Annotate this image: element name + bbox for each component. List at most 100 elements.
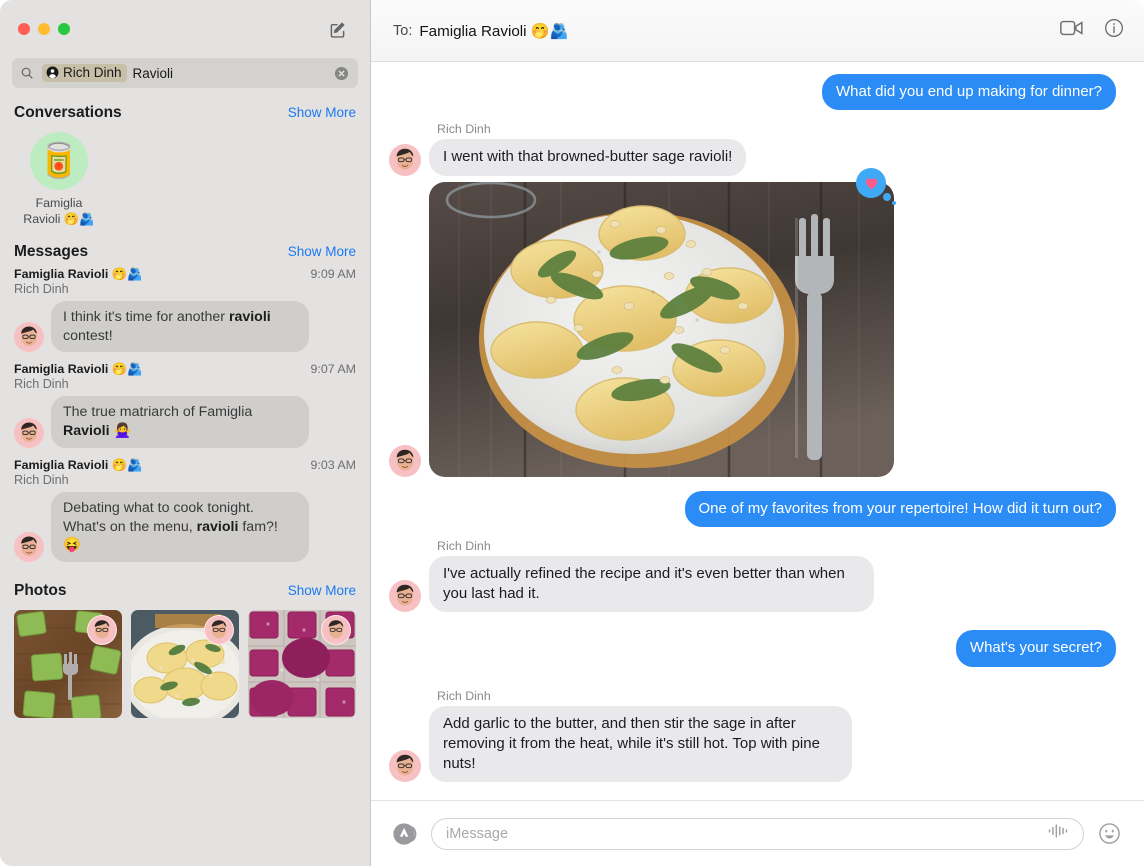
message-result-conversation: Famiglia Ravioli 🤭🫂 — [14, 267, 143, 281]
search-query-text: Ravioli — [132, 65, 174, 81]
photo-result-item[interactable] — [131, 610, 239, 719]
conversations-results-row: 🥫 Famiglia Ravioli 🤭🫂 — [0, 128, 370, 237]
sidebar-titlebar — [0, 0, 370, 58]
message-result-conversation: Famiglia Ravioli 🤭🫂 — [14, 457, 143, 472]
photo-attachment[interactable] — [429, 181, 894, 477]
message-result-time: 9:03 AM — [310, 457, 356, 472]
section-title-conversations: Conversations — [14, 104, 122, 121]
message-result-sender: Rich Dinh — [14, 472, 69, 487]
search-bar-container: Rich Dinh Ravioli — [0, 58, 370, 98]
memoji-icon — [328, 620, 344, 639]
audio-waveform-icon[interactable] — [1047, 823, 1069, 844]
conversation-pane: To: Famiglia Ravioli 🤭🫂 What did you end… — [371, 0, 1144, 866]
memoji-icon — [396, 755, 414, 776]
message-bubble-incoming[interactable]: I went with that browned-butter sage rav… — [429, 139, 747, 176]
conversation-result-label: Famiglia Ravioli 🤭🫂 — [23, 196, 95, 226]
result-text-before: I think it's time for another — [63, 309, 229, 325]
search-magnifier-icon — [20, 66, 36, 80]
message-row-incoming: Rich Dinh Add garlic to the butter, and … — [389, 683, 1116, 783]
message-sender-name: Rich Dinh — [437, 122, 491, 137]
imessage-input[interactable]: iMessage — [431, 817, 1084, 850]
conversation-result-item[interactable]: 🥫 Famiglia Ravioli 🤭🫂 — [14, 132, 104, 227]
emoji-smiley-icon[interactable] — [1096, 821, 1122, 847]
photos-results-row — [0, 606, 370, 719]
search-token-label: Rich Dinh — [63, 65, 122, 80]
minimize-button[interactable] — [38, 23, 50, 35]
message-result-item[interactable]: Famiglia Ravioli 🤭🫂 9:07 AM Rich Dinh Th… — [0, 362, 370, 457]
memoji-icon — [396, 585, 414, 606]
avatar — [14, 532, 44, 563]
app-store-icon[interactable] — [391, 820, 419, 848]
avatar — [14, 322, 44, 353]
message-result-body: I think it's time for another ravioli co… — [0, 296, 370, 353]
message-result-meta: Famiglia Ravioli 🤭🫂 9:03 AM Rich Dinh — [0, 458, 370, 487]
memoji-icon — [21, 326, 37, 347]
heart-icon — [856, 167, 886, 198]
photo-ravioli-plate — [429, 181, 894, 477]
clear-x-circle-icon[interactable] — [334, 66, 350, 81]
show-more-messages[interactable]: Show More — [288, 244, 356, 259]
close-button[interactable] — [18, 23, 30, 35]
to-label: To: — [393, 22, 413, 39]
header-actions — [1060, 18, 1124, 43]
compose-pencil-square-icon[interactable] — [324, 16, 350, 42]
section-header-conversations: Conversations Show More — [0, 98, 370, 128]
imessage-placeholder: iMessage — [446, 825, 509, 842]
message-result-time: 9:09 AM — [310, 267, 356, 281]
memoji-icon — [396, 148, 414, 169]
photo-result-item[interactable] — [14, 610, 122, 719]
photo-sender-avatar — [321, 615, 351, 646]
section-header-messages: Messages Show More — [0, 237, 370, 267]
result-text-match: Ravioli — [63, 423, 110, 440]
message-row-outgoing: What's your secret? — [389, 630, 1116, 667]
message-result-time: 9:07 AM — [310, 362, 356, 377]
message-result-sender: Rich Dinh — [14, 282, 69, 296]
window-traffic-lights — [18, 23, 70, 35]
message-composer: iMessage — [371, 800, 1144, 866]
message-thread: What did you end up making for dinner? R… — [371, 62, 1144, 800]
show-more-photos[interactable]: Show More — [288, 583, 356, 598]
message-bubble-incoming[interactable]: Add garlic to the butter, and then stir … — [429, 705, 852, 783]
conversation-avatar-tomato-can-icon: 🥫 — [30, 132, 88, 190]
avatar[interactable] — [389, 444, 421, 477]
avatar[interactable] — [389, 580, 421, 613]
facetime-video-icon[interactable] — [1060, 19, 1084, 42]
show-more-conversations[interactable]: Show More — [288, 105, 356, 120]
message-result-body: The true matriarch of Famiglia Ravioli 🙅… — [0, 391, 370, 448]
message-bubble-outgoing[interactable]: What's your secret? — [955, 630, 1116, 667]
message-row-outgoing: What did you end up making for dinner? — [389, 74, 1116, 111]
info-icon[interactable] — [1104, 18, 1124, 43]
sidebar: Rich Dinh Ravioli Conversations Show Mor… — [0, 0, 371, 866]
search-input[interactable]: Rich Dinh Ravioli — [12, 58, 358, 88]
avatar[interactable] — [389, 750, 421, 783]
avatar — [14, 417, 44, 448]
conversation-title[interactable]: Famiglia Ravioli 🤭🫂 — [419, 22, 568, 40]
message-result-meta: Famiglia Ravioli 🤭🫂 9:07 AM Rich Dinh — [0, 362, 370, 391]
memoji-icon — [21, 536, 37, 557]
message-row-photo — [389, 167, 1116, 485]
message-result-item[interactable]: Famiglia Ravioli 🤭🫂 9:03 AM Rich Dinh De… — [0, 458, 370, 572]
result-text-match: ravioli — [196, 518, 239, 535]
result-text-before: The true matriarch of Famiglia — [63, 404, 253, 421]
message-bubble-incoming[interactable]: I've actually refined the recipe and it'… — [429, 555, 874, 613]
message-result-text: Debating what to cook tonight. What's on… — [51, 491, 309, 563]
message-result-body: Debating what to cook tonight. What's on… — [0, 487, 370, 563]
zoom-button[interactable] — [58, 23, 70, 35]
search-token-contact[interactable]: Rich Dinh — [42, 64, 127, 82]
photo-result-item[interactable] — [248, 610, 356, 719]
message-sender-name: Rich Dinh — [437, 538, 491, 553]
tapback-heart-badge[interactable] — [856, 167, 896, 205]
message-result-item[interactable]: Famiglia Ravioli 🤭🫂 9:09 AM Rich Dinh I … — [0, 267, 370, 362]
photo-sender-avatar — [87, 615, 117, 646]
avatar[interactable] — [389, 143, 421, 176]
message-bubble-outgoing[interactable]: What did you end up making for dinner? — [822, 74, 1116, 111]
message-bubble-outgoing[interactable]: One of my favorites from your repertoire… — [684, 490, 1116, 527]
section-title-photos: Photos — [14, 582, 67, 600]
search-results: Conversations Show More 🥫 Famiglia Ravio… — [0, 98, 370, 866]
message-result-conversation: Famiglia Ravioli 🤭🫂 — [14, 362, 143, 377]
message-result-text: I think it's time for another ravioli co… — [51, 301, 309, 353]
avatar-emoji: 🥫 — [37, 142, 81, 180]
message-result-sender: Rich Dinh — [14, 377, 69, 392]
section-title-messages: Messages — [14, 243, 89, 260]
message-row-outgoing: One of my favorites from your repertoire… — [389, 490, 1116, 527]
